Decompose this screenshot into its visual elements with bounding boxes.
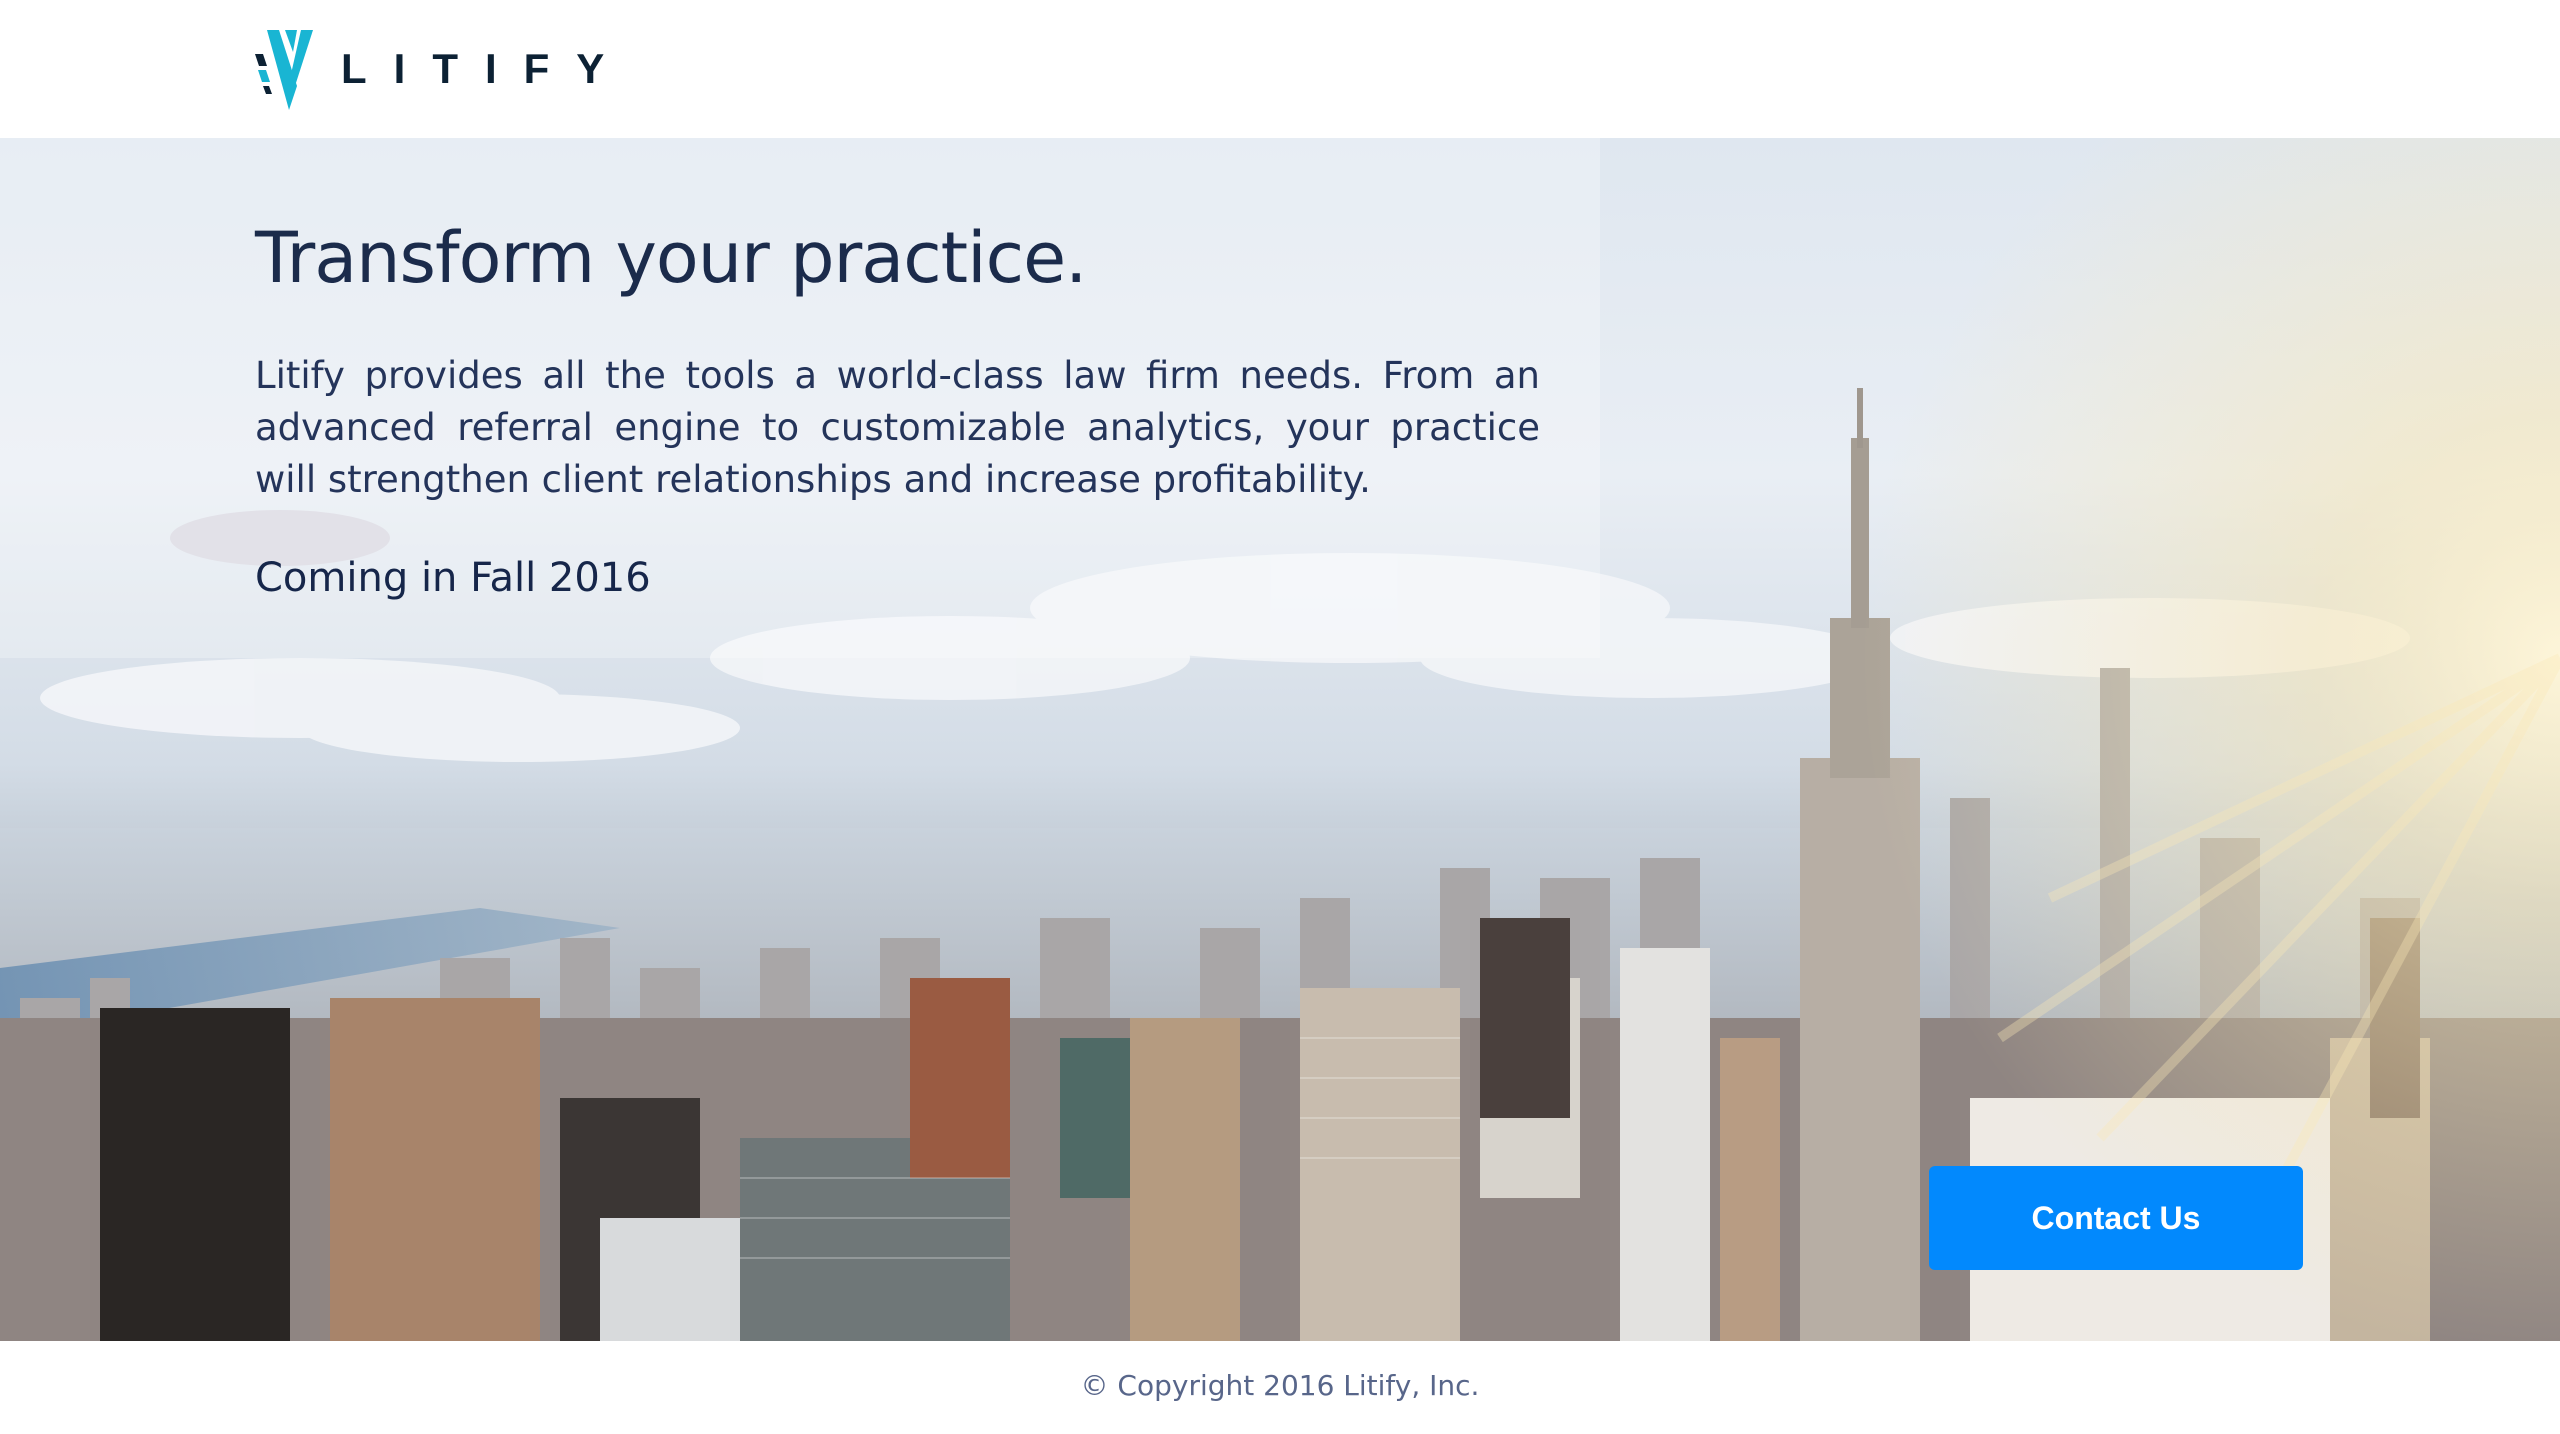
hero-section: Transform your practice. Litify provides…: [0, 138, 2560, 1341]
brand-name: LITIFY: [341, 45, 632, 92]
city-skyline-image: [0, 138, 2560, 1341]
hero-title: Transform your practice.: [255, 217, 1087, 299]
launch-date-text: Coming in Fall 2016: [255, 555, 651, 601]
site-header: LITIFY: [0, 0, 2560, 138]
brand-logo[interactable]: LITIFY: [255, 26, 631, 112]
copyright-text: © Copyright 2016 Litify, Inc.: [1080, 1369, 1480, 1402]
litify-logo-icon: [255, 30, 313, 110]
hero-description: Litify provides all the tools a world-cl…: [255, 354, 1540, 501]
contact-us-button[interactable]: Contact Us: [1929, 1166, 2303, 1270]
site-footer: © Copyright 2016 Litify, Inc.: [0, 1341, 2560, 1434]
